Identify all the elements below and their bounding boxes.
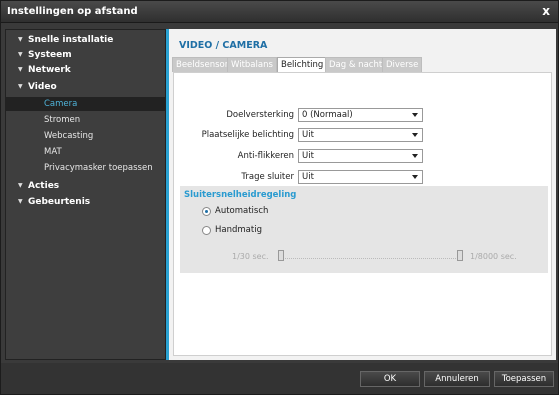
chevron-down-icon <box>412 175 418 179</box>
expand-triangle-icon: ▼ <box>18 198 23 205</box>
shutter-max-label: 1/8000 sec. <box>470 252 517 261</box>
anti-flikkeren-select[interactable]: Uit <box>298 149 423 163</box>
sidebar-item-acties[interactable]: ▼ Acties <box>6 179 165 193</box>
sidebar-item-camera[interactable]: Camera <box>6 97 165 111</box>
sidebar-item-mat[interactable]: MAT <box>6 145 165 159</box>
tab-belichting[interactable]: Belichting <box>277 57 328 73</box>
doelversterking-select[interactable]: 0 (Normaal) <box>298 108 423 122</box>
sidebar-item-label: Systeem <box>28 50 72 60</box>
sidebar-item-gebeurtenis[interactable]: ▼ Gebeurtenis <box>6 195 165 209</box>
sidebar-item-snelle-installatie[interactable]: ▼ Snelle installatie <box>6 33 165 47</box>
page-title: VIDEO / CAMERA <box>179 40 268 51</box>
expand-triangle-icon: ▼ <box>18 66 23 73</box>
title-bar: Instellingen op afstand x <box>1 1 558 23</box>
sidebar-item-systeem[interactable]: ▼ Systeem <box>6 48 165 62</box>
radio-handmatig[interactable] <box>202 226 211 235</box>
settings-window: Instellingen op afstand x ▼ Snelle insta… <box>0 0 559 395</box>
sidebar-item-label: Gebeurtenis <box>28 197 91 207</box>
chevron-down-icon <box>412 113 418 117</box>
select-value: 0 (Normaal) <box>302 110 353 120</box>
doelversterking-label: Doelversterking <box>226 110 294 120</box>
select-value: Uit <box>302 172 314 182</box>
ok-button[interactable]: OK <box>360 371 420 387</box>
select-value: Uit <box>302 151 314 161</box>
chevron-down-icon <box>412 133 418 137</box>
sidebar: ▼ Snelle installatie ▼ Systeem ▼ Netwerk… <box>5 29 166 360</box>
sidebar-item-stromen[interactable]: Stromen <box>6 113 165 127</box>
sidebar-item-privacymasker[interactable]: Privacymasker toepassen <box>6 161 165 175</box>
sidebar-item-netwerk[interactable]: ▼ Netwerk <box>6 63 165 77</box>
sidebar-item-webcasting[interactable]: Webcasting <box>6 129 165 143</box>
button-bar: OK Annuleren Toepassen <box>1 363 558 394</box>
sidebar-item-label: Netwerk <box>28 65 71 75</box>
cancel-button[interactable]: Annuleren <box>424 371 490 387</box>
belichting-panel: Doelversterking 0 (Normaal) Plaatselijke… <box>173 72 552 356</box>
radio-automatisch[interactable] <box>202 207 211 216</box>
tab-beeldsensor[interactable]: Beeldsensor <box>172 57 233 72</box>
trage-sluiter-label: Trage sluiter <box>241 172 294 182</box>
main-content: VIDEO / CAMERA Beeldsensor Witbalans Bel… <box>169 29 556 360</box>
shutter-slider-min-handle[interactable] <box>278 250 284 261</box>
radio-handmatig-label: Handmatig <box>215 225 262 235</box>
shutter-slider-track[interactable] <box>280 258 460 259</box>
expand-triangle-icon: ▼ <box>18 36 23 43</box>
close-icon[interactable]: x <box>542 4 550 18</box>
sidebar-item-label: Acties <box>28 181 60 191</box>
apply-button[interactable]: Toepassen <box>494 371 554 387</box>
chevron-down-icon <box>412 154 418 158</box>
plaatselijke-belichting-label: Plaatselijke belichting <box>201 130 294 140</box>
select-value: Uit <box>302 130 314 140</box>
tab-dag-nacht[interactable]: Dag & nacht <box>325 57 387 72</box>
shutter-speed-group: Sluitersnelheidregeling Automatisch Hand… <box>180 186 548 273</box>
radio-automatisch-label: Automatisch <box>215 206 269 216</box>
shutter-slider-max-handle[interactable] <box>457 250 463 261</box>
sidebar-item-label: Video <box>28 82 57 92</box>
anti-flikkeren-label: Anti-flikkeren <box>237 151 294 161</box>
sidebar-item-label: Snelle installatie <box>28 35 114 45</box>
trage-sluiter-select[interactable]: Uit <box>298 170 423 184</box>
shutter-min-label: 1/30 sec. <box>232 252 269 261</box>
shutter-group-title: Sluitersnelheidregeling <box>184 190 297 200</box>
expand-triangle-icon: ▼ <box>18 51 23 58</box>
sidebar-item-video[interactable]: ▼ Video <box>6 80 165 94</box>
tab-diverse[interactable]: Diverse <box>382 57 423 72</box>
expand-triangle-icon: ▼ <box>18 83 23 90</box>
expand-triangle-icon: ▼ <box>18 182 23 189</box>
tab-witbalans[interactable]: Witbalans <box>227 57 277 72</box>
window-title: Instellingen op afstand <box>7 6 138 17</box>
plaatselijke-belichting-select[interactable]: Uit <box>298 128 423 142</box>
